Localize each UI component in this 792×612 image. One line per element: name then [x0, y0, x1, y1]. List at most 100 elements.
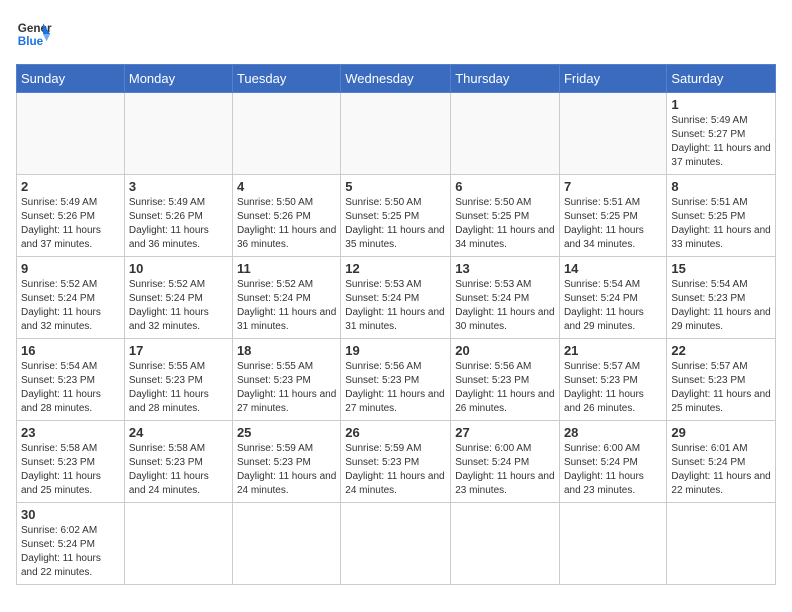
weekday-row: SundayMondayTuesdayWednesdayThursdayFrid… — [17, 65, 776, 93]
day-info: Sunrise: 6:01 AM Sunset: 5:24 PM Dayligh… — [671, 442, 771, 498]
logo-icon: General Blue — [16, 16, 52, 52]
calendar-cell — [559, 93, 666, 175]
calendar-week-4: 23Sunrise: 5:58 AM Sunset: 5:23 PM Dayli… — [17, 421, 776, 503]
day-number: 24 — [129, 425, 228, 440]
calendar-cell: 2 Sunrise: 5:49 AM Sunset: 5:26 PM Daylig… — [17, 175, 125, 257]
calendar-week-3: 16 Sunrise: 5:54 AM Sunset: 5:23 PM Dayli… — [17, 339, 776, 421]
day-info: Sunrise: 5:54 AM Sunset: 5:23 PM Dayligh… — [21, 360, 120, 416]
day-number: 6 — [455, 179, 555, 194]
svg-text:Blue: Blue — [18, 35, 44, 48]
calendar-cell: 4 Sunrise: 5:50 AM Sunset: 5:26 PM Daylig… — [232, 175, 340, 257]
calendar-cell: 16 Sunrise: 5:54 AM Sunset: 5:23 PM Dayli… — [17, 339, 125, 421]
weekday-header-thursday: Thursday — [451, 65, 560, 93]
day-info: Sunrise: 5:52 AM Sunset: 5:24 PM Dayligh… — [237, 278, 336, 334]
day-number: 3 — [129, 179, 228, 194]
day-info: Sunrise: 6:00 AM Sunset: 5:24 PM Dayligh… — [564, 442, 662, 498]
calendar-cell: 11 Sunrise: 5:52 AM Sunset: 5:24 PM Dayli… — [232, 257, 340, 339]
weekday-header-tuesday: Tuesday — [232, 65, 340, 93]
calendar-cell: 9Sunrise: 5:52 AM Sunset: 5:24 PM Daylig… — [17, 257, 125, 339]
calendar-cell: 1Sunrise: 5:49 AM Sunset: 5:27 PM Daylig… — [667, 93, 776, 175]
day-number: 28 — [564, 425, 662, 440]
day-info: Sunrise: 5:57 AM Sunset: 5:23 PM Dayligh… — [671, 360, 771, 416]
day-info: Sunrise: 6:02 AM Sunset: 5:24 PM Dayligh… — [21, 524, 120, 580]
calendar-cell — [124, 503, 232, 585]
calendar-cell — [124, 93, 232, 175]
day-number: 22 — [671, 343, 771, 358]
day-info: Sunrise: 5:54 AM Sunset: 5:23 PM Dayligh… — [671, 278, 771, 334]
day-info: Sunrise: 5:59 AM Sunset: 5:23 PM Dayligh… — [345, 442, 446, 498]
logo: General Blue — [16, 16, 52, 52]
calendar-cell — [559, 503, 666, 585]
day-number: 11 — [237, 261, 336, 276]
calendar-week-1: 2 Sunrise: 5:49 AM Sunset: 5:26 PM Daylig… — [17, 175, 776, 257]
day-number: 4 — [237, 179, 336, 194]
calendar-week-0: 1Sunrise: 5:49 AM Sunset: 5:27 PM Daylig… — [17, 93, 776, 175]
calendar-cell: 10 Sunrise: 5:52 AM Sunset: 5:24 PM Dayli… — [124, 257, 232, 339]
calendar-cell: 20Sunrise: 5:56 AM Sunset: 5:23 PM Dayli… — [451, 339, 560, 421]
day-info: Sunrise: 5:53 AM Sunset: 5:24 PM Dayligh… — [345, 278, 446, 334]
calendar-cell: 25 Sunrise: 5:59 AM Sunset: 5:23 PM Dayli… — [232, 421, 340, 503]
calendar-cell — [451, 503, 560, 585]
day-number: 7 — [564, 179, 662, 194]
calendar-week-2: 9 Sunrise: 5:52 AM Sunset: 5:24 PM Daylig… — [17, 257, 776, 339]
calendar-header: SundayMondayTuesdayWednesdayThursdayFrid… — [17, 65, 776, 93]
calendar-cell — [17, 93, 125, 175]
day-number: 9 — [21, 261, 120, 276]
weekday-header-saturday: Saturday — [667, 65, 776, 93]
day-number: 8 — [671, 179, 771, 194]
calendar-cell: 5 Sunrise: 5:50 AM Sunset: 5:25 PM Daylig… — [341, 175, 451, 257]
day-number: 2 — [21, 179, 120, 194]
calendar-cell: 3Sunrise: 5:49 AM Sunset: 5:26 PM Daylig… — [124, 175, 232, 257]
calendar-cell: 24Sunrise: 5:58 AM Sunset: 5:23 PM Dayli… — [124, 421, 232, 503]
calendar-cell — [451, 93, 560, 175]
calendar-cell: 18Sunrise: 5:55 AM Sunset: 5:23 PM Dayli… — [232, 339, 340, 421]
day-number: 14 — [564, 261, 662, 276]
calendar-cell: 6Sunrise: 5:50 AM Sunset: 5:25 PM Daylig… — [451, 175, 560, 257]
weekday-header-wednesday: Wednesday — [341, 65, 451, 93]
day-number: 12 — [345, 261, 446, 276]
calendar-cell: 27 Sunrise: 6:00 AM Sunset: 5:24 PM Dayli… — [451, 421, 560, 503]
day-number: 15 — [671, 261, 771, 276]
day-info: Sunrise: 5:58 AM Sunset: 5:23 PM Dayligh… — [21, 442, 120, 498]
day-info: Sunrise: 5:56 AM Sunset: 5:23 PM Dayligh… — [455, 360, 555, 416]
day-info: Sunrise: 5:49 AM Sunset: 5:26 PM Dayligh… — [21, 196, 120, 252]
calendar-cell: 7 Sunrise: 5:51 AM Sunset: 5:25 PM Daylig… — [559, 175, 666, 257]
calendar-cell — [232, 503, 340, 585]
calendar-cell — [667, 503, 776, 585]
day-number: 21 — [564, 343, 662, 358]
day-number: 27 — [455, 425, 555, 440]
calendar-cell: 30 Sunrise: 6:02 AM Sunset: 5:24 PM Dayli… — [17, 503, 125, 585]
day-info: Sunrise: 5:50 AM Sunset: 5:25 PM Dayligh… — [345, 196, 446, 252]
day-number: 10 — [129, 261, 228, 276]
calendar-table: SundayMondayTuesdayWednesdayThursdayFrid… — [16, 64, 776, 585]
day-info: Sunrise: 5:52 AM Sunset: 5:24 PM Dayligh… — [129, 278, 228, 334]
day-info: Sunrise: 5:51 AM Sunset: 5:25 PM Dayligh… — [564, 196, 662, 252]
calendar-cell: 22 Sunrise: 5:57 AM Sunset: 5:23 PM Dayli… — [667, 339, 776, 421]
day-info: Sunrise: 5:59 AM Sunset: 5:23 PM Dayligh… — [237, 442, 336, 498]
calendar-cell — [232, 93, 340, 175]
day-number: 5 — [345, 179, 446, 194]
calendar-cell — [341, 93, 451, 175]
day-info: Sunrise: 5:55 AM Sunset: 5:23 PM Dayligh… — [237, 360, 336, 416]
day-info: Sunrise: 5:50 AM Sunset: 5:26 PM Dayligh… — [237, 196, 336, 252]
calendar-cell: 23Sunrise: 5:58 AM Sunset: 5:23 PM Dayli… — [17, 421, 125, 503]
day-number: 13 — [455, 261, 555, 276]
day-info: Sunrise: 5:53 AM Sunset: 5:24 PM Dayligh… — [455, 278, 555, 334]
weekday-header-friday: Friday — [559, 65, 666, 93]
page-container: General Blue SundayMondayTuesdayWednesda… — [16, 16, 776, 585]
day-number: 16 — [21, 343, 120, 358]
calendar-cell: 13 Sunrise: 5:53 AM Sunset: 5:24 PM Dayli… — [451, 257, 560, 339]
header: General Blue — [16, 16, 776, 52]
day-number: 17 — [129, 343, 228, 358]
day-info: Sunrise: 5:51 AM Sunset: 5:25 PM Dayligh… — [671, 196, 771, 252]
calendar-cell: 8 Sunrise: 5:51 AM Sunset: 5:25 PM Daylig… — [667, 175, 776, 257]
day-number: 25 — [237, 425, 336, 440]
calendar-cell: 29Sunrise: 6:01 AM Sunset: 5:24 PM Dayli… — [667, 421, 776, 503]
calendar-cell: 17Sunrise: 5:55 AM Sunset: 5:23 PM Dayli… — [124, 339, 232, 421]
calendar-cell: 28 Sunrise: 6:00 AM Sunset: 5:24 PM Dayli… — [559, 421, 666, 503]
day-number: 30 — [21, 507, 120, 522]
day-info: Sunrise: 5:56 AM Sunset: 5:23 PM Dayligh… — [345, 360, 446, 416]
weekday-header-monday: Monday — [124, 65, 232, 93]
day-number: 26 — [345, 425, 446, 440]
day-info: Sunrise: 6:00 AM Sunset: 5:24 PM Dayligh… — [455, 442, 555, 498]
